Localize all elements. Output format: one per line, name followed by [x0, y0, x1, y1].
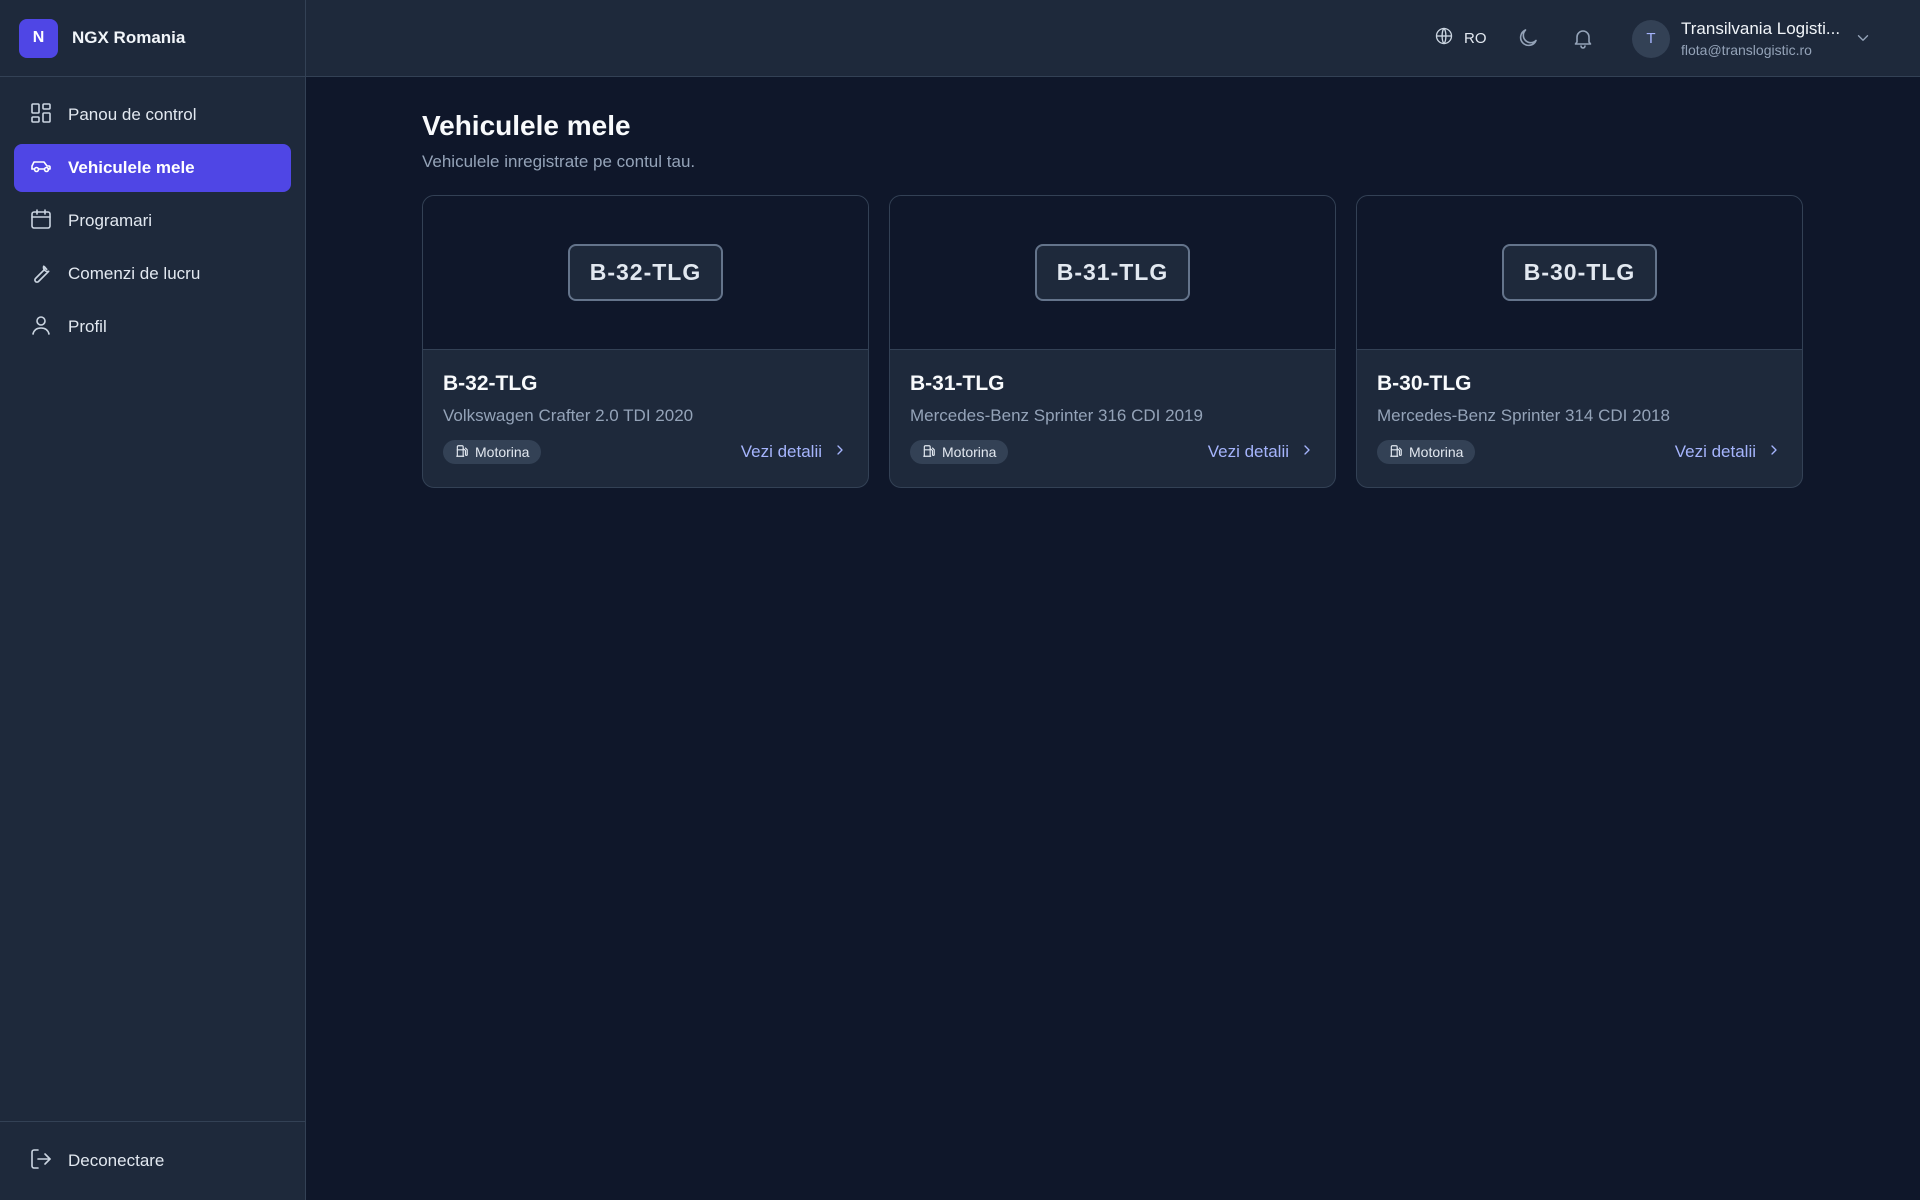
fuel-label: Motorina [475, 444, 530, 460]
vehicle-list: B-32-TLG B-32-TLG Volkswagen Crafter 2.0… [422, 195, 1804, 488]
notifications-button[interactable] [1571, 26, 1595, 50]
fuel-pump-icon [1389, 444, 1403, 461]
user-icon [29, 313, 53, 342]
chevron-right-icon [832, 442, 848, 463]
vehicle-card-header: B-31-TLG [890, 196, 1335, 350]
logout-button[interactable]: Deconectare [0, 1121, 305, 1200]
fuel-label: Motorina [1409, 444, 1464, 460]
sidebar-item-label: Panou de control [68, 105, 197, 124]
vehicle-card[interactable]: B-32-TLG B-32-TLG Volkswagen Crafter 2.0… [422, 195, 869, 488]
user-menu[interactable]: T Transilvania Logisti... flota@translog… [1632, 19, 1851, 58]
user-info: Transilvania Logisti... flota@translogis… [1681, 19, 1851, 58]
view-details-link[interactable]: Vezi detalii [741, 442, 848, 463]
user-email: flota@translogistic.ro [1681, 42, 1812, 58]
moon-icon [1516, 29, 1540, 54]
vehicle-card-footer: Motorina Vezi detalii [443, 440, 848, 464]
vehicle-card-footer: Motorina Vezi detalii [1377, 440, 1782, 464]
vehicle-title: B-32-TLG [443, 372, 538, 395]
vehicle-card[interactable]: B-31-TLG B-31-TLG Mercedes-Benz Sprinter… [889, 195, 1336, 488]
view-details-link[interactable]: Vezi detalii [1675, 442, 1782, 463]
vehicle-card-footer: Motorina Vezi detalii [910, 440, 1315, 464]
language-code: RO [1464, 29, 1487, 47]
fuel-pump-icon [455, 444, 469, 461]
fuel-badge: Motorina [910, 440, 1009, 464]
license-plate: B-30-TLG [1501, 244, 1658, 301]
view-details-label: Vezi detalii [1207, 442, 1289, 461]
sidebar-item-dashboard[interactable]: Panou de control [14, 91, 291, 139]
theme-toggle-button[interactable] [1516, 26, 1540, 50]
car-icon [29, 154, 53, 183]
avatar: T [1632, 19, 1670, 58]
license-plate: B-31-TLG [1034, 244, 1191, 301]
vehicle-model: Mercedes-Benz Sprinter 316 CDI 2019 [910, 406, 1203, 425]
chevron-right-icon [1299, 442, 1315, 463]
page-title: Vehiculele mele [422, 110, 631, 141]
sidebar-item-vehicles[interactable]: Vehiculele mele [14, 144, 291, 192]
brand-logo: N [19, 18, 58, 58]
brand-name: NGX Romania [72, 28, 186, 47]
page-subtitle: Vehiculele inregistrate pe contul tau. [422, 152, 696, 171]
vehicle-title: B-31-TLG [910, 372, 1005, 395]
fuel-label: Motorina [942, 444, 997, 460]
fuel-pump-icon [922, 444, 936, 461]
main-content: Vehiculele mele Vehiculele inregistrate … [422, 77, 1804, 488]
vehicle-model: Mercedes-Benz Sprinter 314 CDI 2018 [1377, 406, 1670, 425]
bell-icon [1571, 30, 1595, 54]
vehicle-card-body: B-32-TLG Volkswagen Crafter 2.0 TDI 2020… [423, 350, 868, 464]
brand[interactable]: N NGX Romania [0, 0, 305, 77]
sidebar-item-appointments[interactable]: Programari [14, 197, 291, 245]
user-name: Transilvania Logisti... [1681, 19, 1841, 38]
globe-icon [1434, 26, 1454, 50]
chevron-down-icon[interactable] [1854, 29, 1872, 47]
view-details-label: Vezi detalii [740, 442, 822, 461]
vehicle-model: Volkswagen Crafter 2.0 TDI 2020 [443, 406, 694, 425]
sidebar-item-label: Comenzi de lucru [68, 264, 201, 283]
calendar-icon [29, 207, 53, 236]
sidebar-nav: Panou de control Vehiculele mele Program… [0, 77, 305, 351]
chevron-right-icon [1766, 442, 1782, 463]
vehicle-card-body: B-30-TLG Mercedes-Benz Sprinter 314 CDI … [1357, 350, 1802, 464]
view-details-link[interactable]: Vezi detalii [1208, 442, 1315, 463]
vehicle-card-header: B-30-TLG [1357, 196, 1802, 350]
sidebar-item-profile[interactable]: Profil [14, 303, 291, 351]
sidebar-item-label: Programari [68, 211, 153, 230]
vehicle-title: B-30-TLG [1377, 372, 1472, 395]
view-details-label: Vezi detalii [1674, 442, 1756, 461]
sidebar-item-label: Vehiculele mele [68, 158, 195, 177]
license-plate: B-32-TLG [567, 244, 724, 301]
fuel-badge: Motorina [443, 440, 542, 464]
vehicle-card-body: B-31-TLG Mercedes-Benz Sprinter 316 CDI … [890, 350, 1335, 464]
sidebar: N NGX Romania Panou de control Vehiculel… [0, 0, 306, 1200]
logout-icon [29, 1147, 53, 1176]
logout-label: Deconectare [68, 1151, 165, 1170]
sidebar-item-label: Profil [68, 317, 107, 336]
sidebar-item-work-orders[interactable]: Comenzi de lucru [14, 250, 291, 298]
dashboard-icon [29, 101, 53, 130]
fuel-badge: Motorina [1377, 440, 1476, 464]
wrench-icon [29, 260, 53, 289]
vehicle-card[interactable]: B-30-TLG B-30-TLG Mercedes-Benz Sprinter… [1356, 195, 1803, 488]
language-switcher[interactable]: RO [1434, 26, 1487, 50]
top-header: RO T Transilvania Logisti... flota@trans… [306, 0, 1920, 77]
vehicle-card-header: B-32-TLG [423, 196, 868, 350]
